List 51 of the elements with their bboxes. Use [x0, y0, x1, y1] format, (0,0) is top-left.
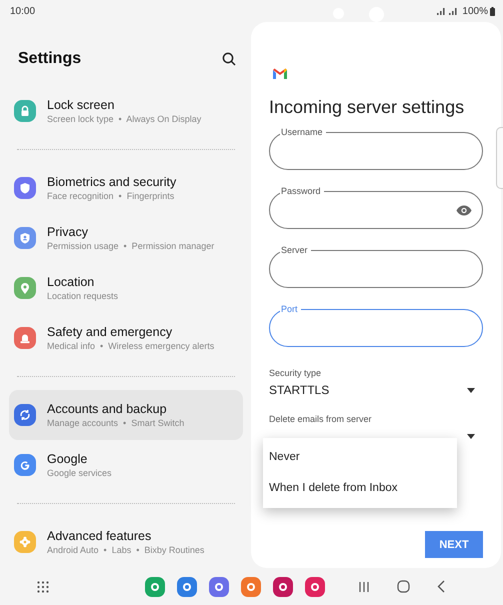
search-icon[interactable]: [222, 52, 236, 66]
field-label: Server: [280, 245, 311, 256]
item-subtitle: Android Auto • Labs • Bixby Routines: [47, 545, 204, 555]
item-title: Safety and emergency: [47, 325, 172, 339]
item-subtitle: Manage accounts • Smart Switch: [47, 418, 184, 428]
signal-icon: [449, 7, 460, 15]
settings-item[interactable]: Lock screen Screen lock type • Always On Display: [9, 86, 243, 136]
select-label: Delete emails from server: [269, 414, 372, 424]
settings-item[interactable]: Accounts and backup Manage accounts • Smart Switch: [9, 390, 243, 440]
item-title: Accounts and backup: [47, 402, 167, 416]
settings-item[interactable]: Advanced features Android Auto • Labs • Bixby Routines: [9, 517, 243, 567]
item-title: Advanced features: [47, 529, 152, 543]
settings-item[interactable]: Google Google services: [9, 440, 243, 490]
item-subtitle: Location requests: [47, 291, 118, 301]
select-label: Security type: [269, 368, 322, 378]
caret-icon: [467, 434, 475, 438]
settings-title: Settings: [18, 50, 82, 68]
item-title: Location: [47, 275, 94, 289]
home-icon[interactable]: [397, 580, 410, 593]
item-subtitle: Face recognition • Fingerprints: [47, 191, 174, 201]
apps-grid-icon[interactable]: [37, 580, 49, 592]
menu-option[interactable]: When I delete from Inbox: [263, 473, 457, 504]
item-subtitle: Screen lock type • Always On Display: [47, 114, 202, 124]
form-title: Incoming server settings: [269, 97, 466, 118]
dropdown[interactable]: STARTTLS: [269, 378, 483, 402]
item-title: Lock screen: [47, 98, 114, 112]
field-label: Port: [280, 304, 301, 315]
show-password-icon[interactable]: [456, 204, 472, 216]
field-label: Username: [280, 127, 326, 138]
item-title: Google: [47, 452, 88, 466]
settings-item[interactable]: Biometrics and security Face recognition • Fingerprints: [9, 163, 243, 213]
mail-logo-icon: [272, 68, 288, 80]
battery-icon: [490, 6, 495, 16]
item-title: Privacy: [47, 225, 88, 239]
item-subtitle: Permission usage • Permission manager: [47, 241, 214, 251]
recents-icon[interactable]: [358, 580, 370, 592]
edge-panel-handle[interactable]: [496, 127, 503, 189]
status-time: 10:00: [10, 6, 36, 16]
item-subtitle: Google services: [47, 468, 112, 478]
item-title: Biometrics and security: [47, 175, 176, 189]
settings-item[interactable]: Privacy Permission usage • Permission manager: [9, 213, 243, 263]
field-label: Password: [280, 186, 324, 197]
battery-percent: 100%: [462, 6, 488, 16]
caret-icon: [467, 388, 475, 392]
next-button[interactable]: NEXT: [425, 531, 483, 558]
settings-item[interactable]: Location Location requests: [9, 263, 243, 313]
item-subtitle: Medical info • Wireless emergency alerts: [47, 341, 214, 351]
back-icon[interactable]: [437, 580, 445, 593]
settings-item[interactable]: Safety and emergency Medical info • Wireless emergency alerts: [9, 313, 243, 363]
signal-icon: [437, 7, 448, 15]
menu-option[interactable]: Never: [263, 442, 457, 473]
